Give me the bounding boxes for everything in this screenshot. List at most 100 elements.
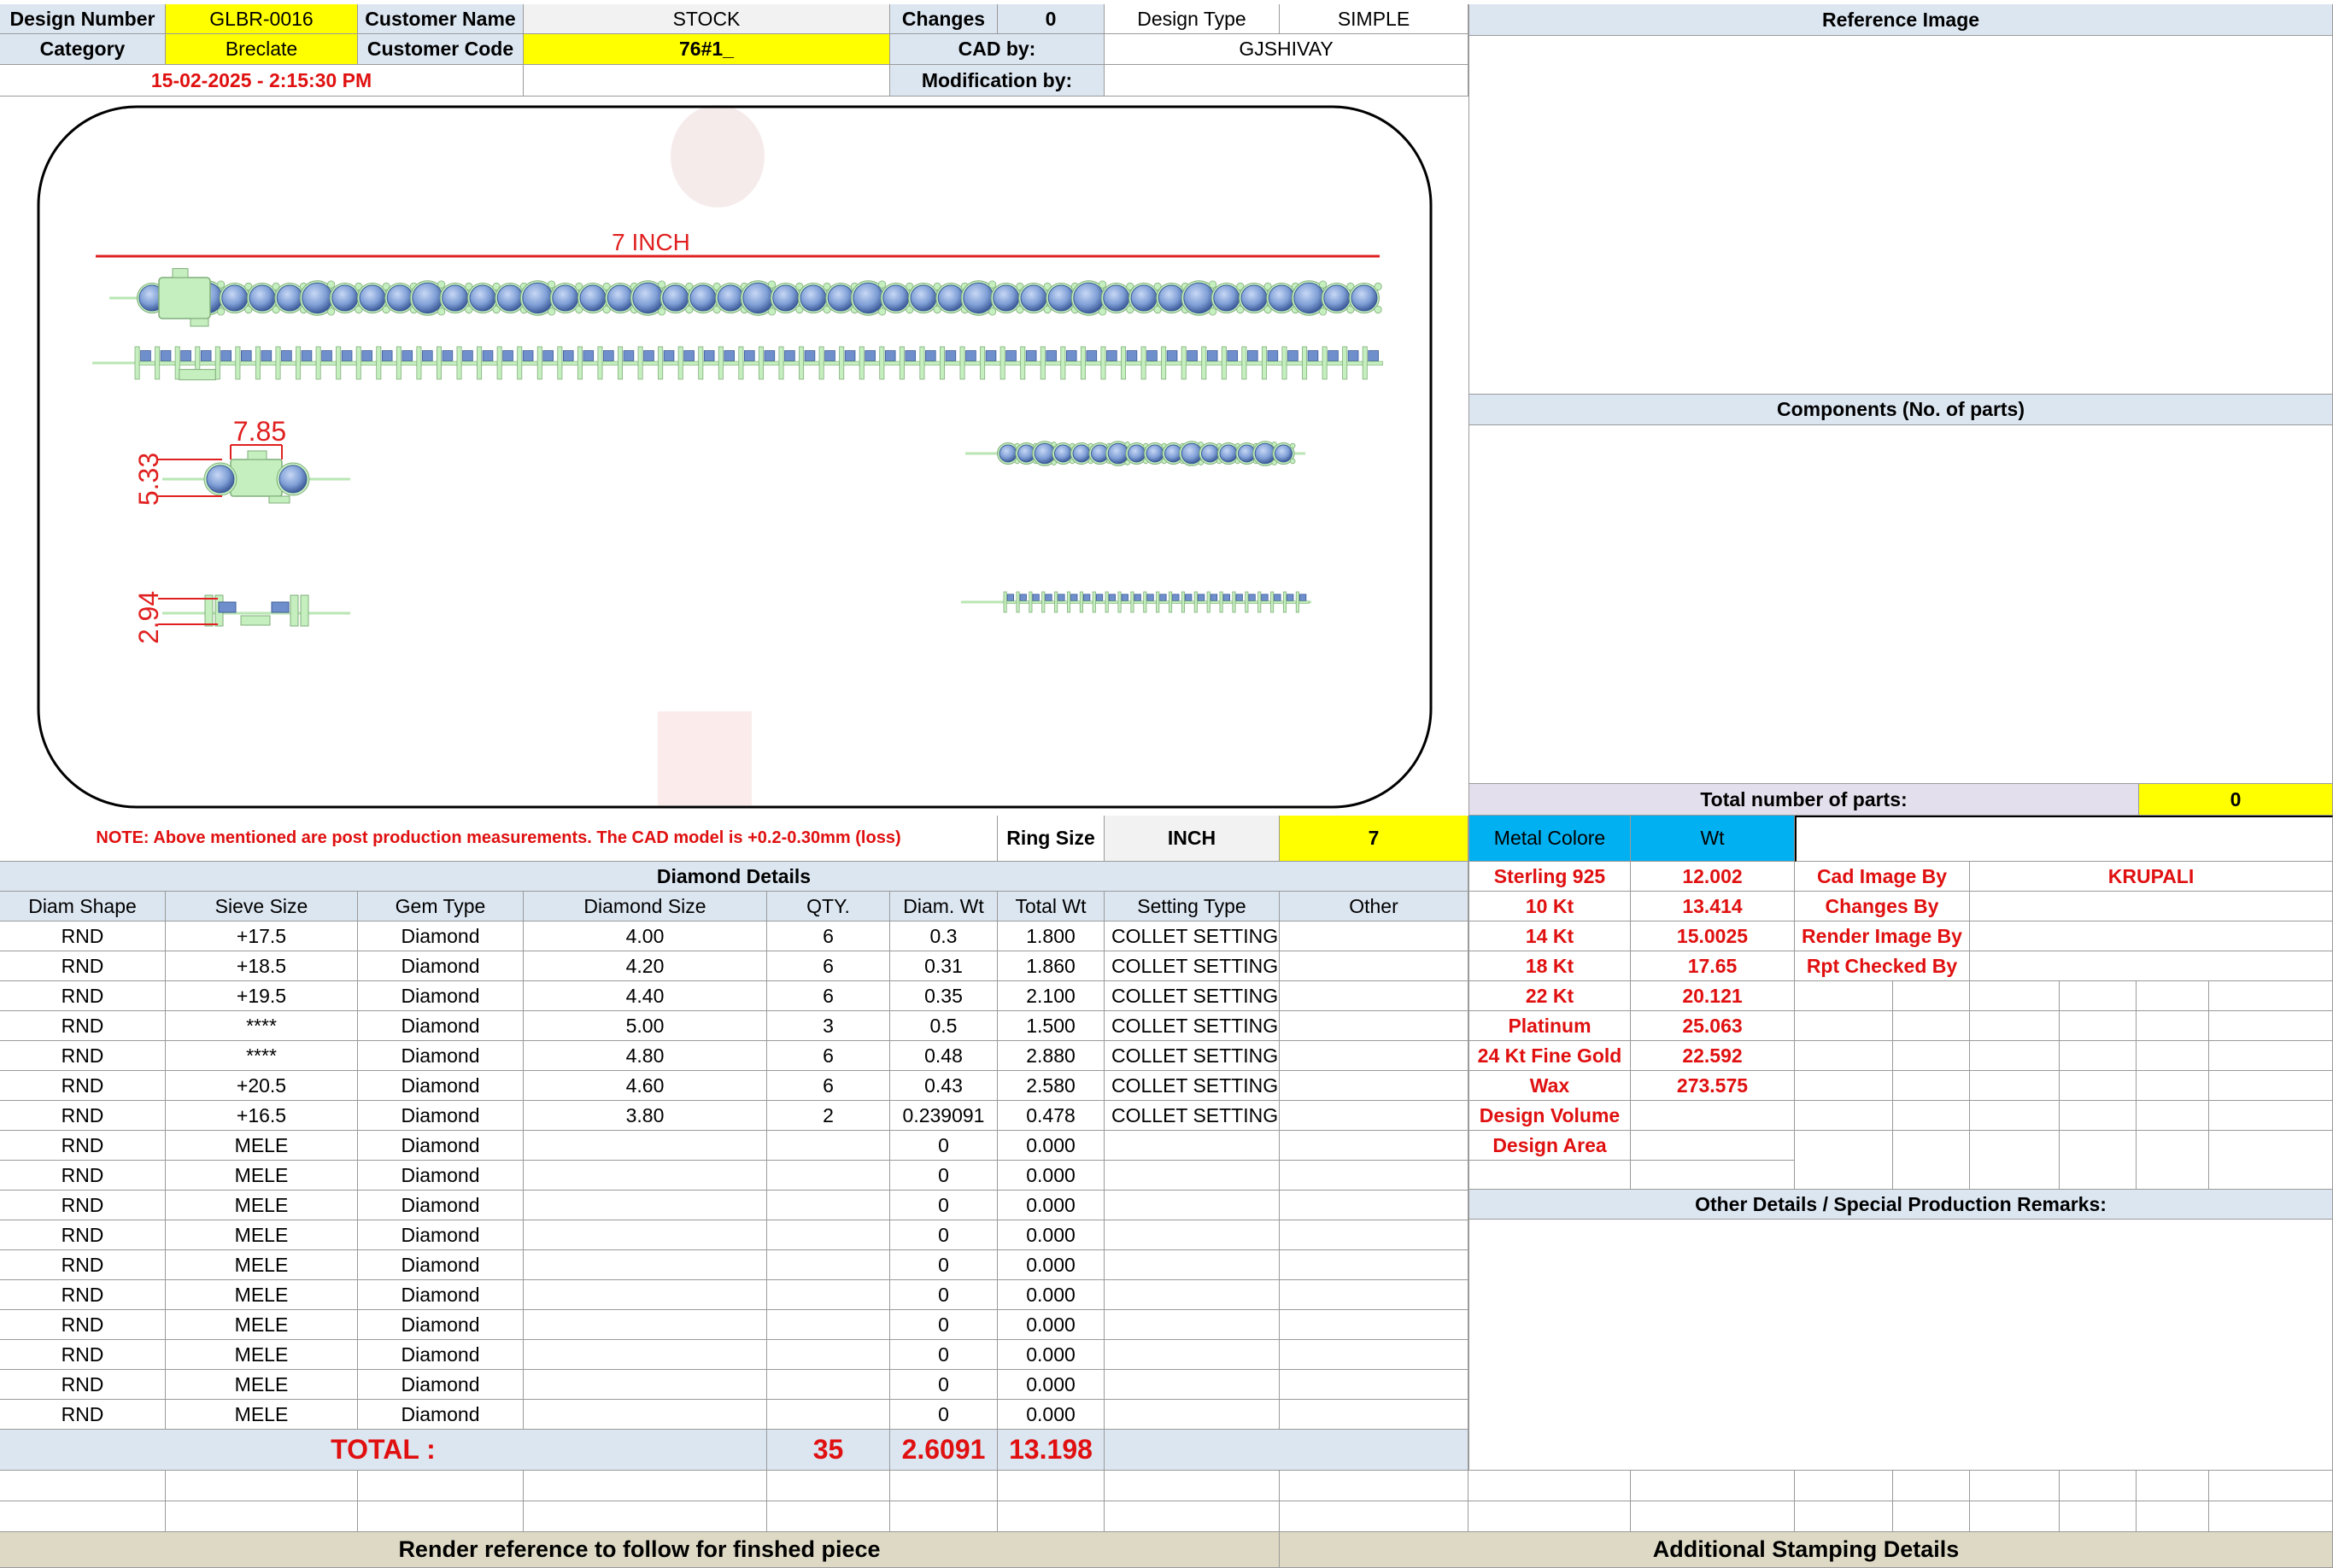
diamond-row-cell[interactable]: Diamond — [358, 1220, 524, 1250]
blank-cell[interactable] — [890, 1501, 998, 1532]
diamond-row-cell[interactable]: 1.860 — [998, 951, 1105, 981]
blank-cell[interactable] — [1280, 1471, 1468, 1501]
diamond-row-cell[interactable]: MELE — [166, 1220, 358, 1250]
blank-cell[interactable] — [1970, 1071, 2060, 1101]
diamond-row-cell[interactable]: 4.00 — [524, 921, 767, 951]
diamond-row-cell[interactable]: 1.500 — [998, 1011, 1105, 1041]
diamond-row-cell[interactable]: Diamond — [358, 921, 524, 951]
blank-cell[interactable] — [2137, 981, 2209, 1011]
blank-cell[interactable] — [2060, 1011, 2137, 1041]
credit-value[interactable] — [1970, 921, 2333, 951]
diamond-row-cell[interactable]: RND — [0, 1370, 166, 1400]
diamond-row-cell[interactable] — [1280, 1161, 1468, 1191]
diamond-row-cell[interactable]: +16.5 — [166, 1101, 358, 1131]
diamond-row-cell[interactable] — [524, 1220, 767, 1250]
diamond-row-cell[interactable]: 0 — [890, 1250, 998, 1280]
blank-cell[interactable] — [1105, 1471, 1280, 1501]
diamond-row-cell[interactable]: +20.5 — [166, 1071, 358, 1101]
diamond-row-cell[interactable] — [1280, 1131, 1468, 1161]
diamond-row-cell[interactable] — [1280, 1071, 1468, 1101]
diamond-row-cell[interactable]: 0 — [890, 1370, 998, 1400]
blank-cell[interactable] — [2137, 1101, 2209, 1131]
blank-cell[interactable] — [2137, 1071, 2209, 1101]
blank-cell[interactable] — [2060, 1041, 2137, 1071]
diamond-row-cell[interactable]: RND — [0, 1220, 166, 1250]
diamond-row-cell[interactable]: Diamond — [358, 1161, 524, 1191]
blank-cell[interactable] — [2137, 1501, 2209, 1532]
blank-cell[interactable] — [2209, 1501, 2333, 1532]
diamond-row-cell[interactable]: 3.80 — [524, 1101, 767, 1131]
diamond-row-cell[interactable] — [767, 1220, 890, 1250]
diamond-row-cell[interactable]: RND — [0, 951, 166, 981]
diamond-row-cell[interactable]: **** — [166, 1011, 358, 1041]
diamond-row-cell[interactable]: COLLET SETTING — [1105, 981, 1280, 1011]
credit-value[interactable] — [1970, 892, 2333, 921]
diamond-row-cell[interactable]: RND — [0, 1191, 166, 1220]
diamond-row-cell[interactable]: RND — [0, 1101, 166, 1131]
diamond-row-cell[interactable]: 0.000 — [998, 1131, 1105, 1161]
diamond-row-cell[interactable]: Diamond — [358, 1310, 524, 1340]
blank-cell[interactable] — [0, 1471, 166, 1501]
diamond-row-cell[interactable]: 0.43 — [890, 1071, 998, 1101]
diamond-row-cell[interactable]: MELE — [166, 1161, 358, 1191]
blank-cell[interactable] — [1795, 1071, 1893, 1101]
diamond-row-cell[interactable] — [767, 1340, 890, 1370]
blank-cell[interactable] — [2060, 981, 2137, 1011]
diamond-row-cell[interactable]: 0.000 — [998, 1220, 1105, 1250]
metal-weight[interactable]: 13.414 — [1631, 892, 1795, 921]
diamond-row-cell[interactable] — [767, 1280, 890, 1310]
blank-cell[interactable] — [2137, 1471, 2209, 1501]
diamond-row-cell[interactable]: Diamond — [358, 1041, 524, 1071]
diamond-row-cell[interactable]: COLLET SETTING — [1105, 951, 1280, 981]
diamond-row-cell[interactable]: Diamond — [358, 1101, 524, 1131]
diamond-row-cell[interactable]: Diamond — [358, 951, 524, 981]
blank-cell[interactable] — [1970, 1501, 2060, 1532]
diamond-row-cell[interactable] — [767, 1250, 890, 1280]
blank-cell[interactable] — [998, 1501, 1105, 1532]
diamond-row-cell[interactable]: 5.00 — [524, 1011, 767, 1041]
diamond-row-cell[interactable] — [1280, 1101, 1468, 1131]
diamond-row-cell[interactable]: 0 — [890, 1280, 998, 1310]
blank-cell[interactable] — [2209, 1071, 2333, 1101]
blank-cell[interactable] — [524, 1501, 767, 1532]
diamond-row-cell[interactable] — [767, 1131, 890, 1161]
diamond-row-cell[interactable]: COLLET SETTING — [1105, 1041, 1280, 1071]
blank-cell[interactable] — [1795, 1131, 1893, 1190]
diamond-row-cell[interactable]: RND — [0, 1041, 166, 1071]
blank-cell[interactable] — [2137, 1041, 2209, 1071]
diamond-row-cell[interactable] — [1105, 1220, 1280, 1250]
blank-cell[interactable] — [358, 1471, 524, 1501]
blank-cell[interactable] — [2209, 1101, 2333, 1131]
diamond-row-cell[interactable]: RND — [0, 1011, 166, 1041]
blank-cell[interactable] — [2209, 1471, 2333, 1501]
blank-cell[interactable] — [1970, 981, 2060, 1011]
diamond-row-cell[interactable]: MELE — [166, 1310, 358, 1340]
diamond-row-cell[interactable]: Diamond — [358, 1340, 524, 1370]
diamond-row-cell[interactable]: +19.5 — [166, 981, 358, 1011]
diamond-row-cell[interactable]: RND — [0, 1280, 166, 1310]
diamond-row-cell[interactable]: 0.000 — [998, 1340, 1105, 1370]
diamond-row-cell[interactable]: 0 — [890, 1191, 998, 1220]
diamond-row-cell[interactable] — [524, 1191, 767, 1220]
blank-cell[interactable] — [1893, 981, 1970, 1011]
diamond-row-cell[interactable]: 0.000 — [998, 1191, 1105, 1220]
blank-cell[interactable] — [1795, 1471, 1893, 1501]
blank-cell[interactable] — [998, 1471, 1105, 1501]
blank-cell[interactable] — [166, 1501, 358, 1532]
reference-image-area[interactable] — [1468, 36, 2333, 395]
diamond-row-cell[interactable]: 4.60 — [524, 1071, 767, 1101]
metal-weight[interactable]: 15.0025 — [1631, 921, 1795, 951]
diamond-row-cell[interactable]: COLLET SETTING — [1105, 1071, 1280, 1101]
blank-cell[interactable] — [890, 1471, 998, 1501]
diamond-row-cell[interactable]: RND — [0, 981, 166, 1011]
diamond-row-cell[interactable]: 0.000 — [998, 1161, 1105, 1191]
diamond-row-cell[interactable]: Diamond — [358, 1131, 524, 1161]
diamond-row-cell[interactable]: Diamond — [358, 1191, 524, 1220]
blank-cell[interactable] — [767, 1501, 890, 1532]
diamond-row-cell[interactable]: 0.5 — [890, 1011, 998, 1041]
diamond-row-cell[interactable]: Diamond — [358, 1400, 524, 1430]
diamond-row-cell[interactable]: 0.000 — [998, 1280, 1105, 1310]
diamond-row-cell[interactable]: 0.000 — [998, 1310, 1105, 1340]
blank-cell[interactable] — [2060, 1131, 2137, 1190]
diamond-row-cell[interactable]: Diamond — [358, 1250, 524, 1280]
